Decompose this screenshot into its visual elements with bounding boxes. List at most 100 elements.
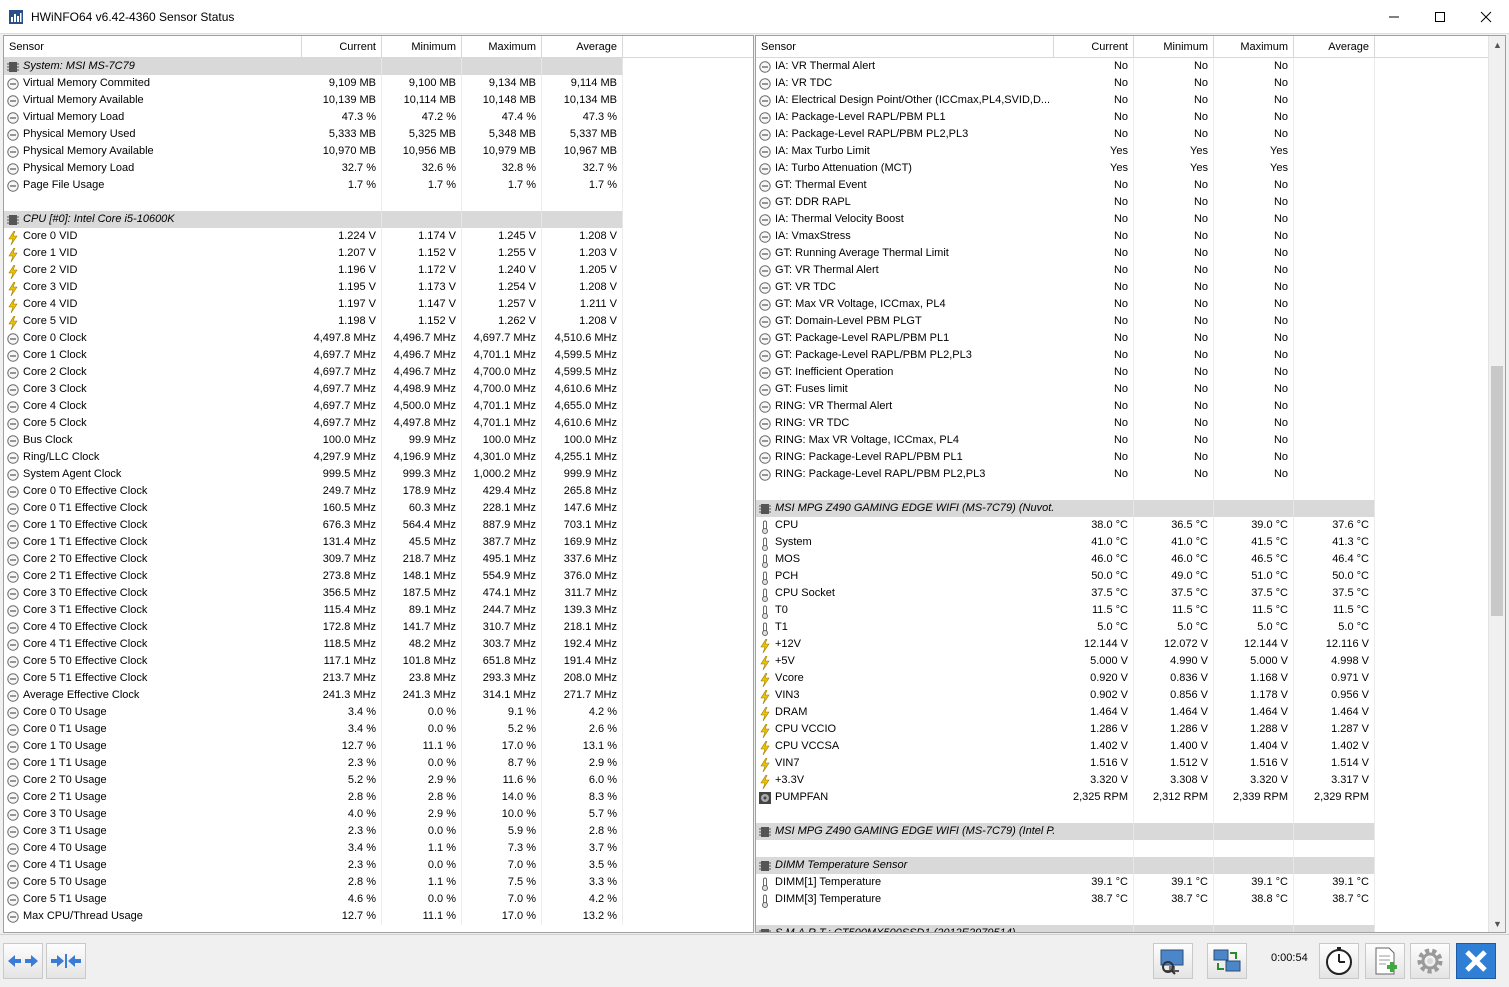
sensor-row[interactable]: Core 0 T0 Effective Clock 249.7 MHz 178.9 … [4,483,753,500]
sensor-row[interactable]: Core 2 T0 Usage 5.2 % 2.9 % 11.6 % 6.0 % [4,772,753,789]
sensor-row[interactable]: DRAM 1.464 V 1.464 V 1.464 V 1.464 V [756,704,1505,721]
sensor-row[interactable]: GT: Fuses limit No No No [756,381,1505,398]
scroll-up-icon[interactable]: ▲ [1489,36,1505,53]
sensor-group-header[interactable]: MSI MPG Z490 GAMING EDGE WIFI (MS-7C79) … [756,500,1505,517]
sensor-row[interactable]: Average Effective Clock 241.3 MHz 241.3 MH… [4,687,753,704]
sensor-row[interactable]: GT: DDR RAPL No No No [756,194,1505,211]
sensor-row[interactable]: Core 0 Clock 4,497.8 MHz 4,496.7 MHz 4,697.… [4,330,753,347]
column-header-maximum[interactable]: Maximum [462,36,542,58]
sensor-row[interactable]: T1 5.0 °C 5.0 °C 5.0 °C 5.0 °C [756,619,1505,636]
close-sensors-button[interactable] [1456,943,1496,979]
sensor-row[interactable]: Physical Memory Used 5,333 MB 5,325 MB 5,34… [4,126,753,143]
sensor-row[interactable]: Physical Memory Load 32.7 % 32.6 % 32.8 % 32… [4,160,753,177]
sensor-row[interactable]: Virtual Memory Load 47.3 % 47.2 % 47.4 % 47.… [4,109,753,126]
sensor-row[interactable]: RING: Package-Level RAPL/PBM PL2,PL3 No No… [756,466,1505,483]
sensor-row[interactable]: Core 1 T1 Usage 2.3 % 0.0 % 8.7 % 2.9 % [4,755,753,772]
sensor-row[interactable]: Core 0 VID 1.224 V 1.174 V 1.245 V 1.208 V [4,228,753,245]
column-header-current[interactable]: Current [1054,36,1134,58]
sensor-row[interactable]: GT: VR Thermal Alert No No No [756,262,1505,279]
sensor-row[interactable]: Vcore 0.920 V 0.836 V 1.168 V 0.971 V [756,670,1505,687]
sensor-row[interactable]: Ring/LLC Clock 4,297.9 MHz 4,196.9 MHz 4,30… [4,449,753,466]
sensor-group-header[interactable]: System: MSI MS-7C79 [4,58,753,75]
column-header-maximum[interactable]: Maximum [1214,36,1294,58]
sensor-row[interactable]: +3.3V 3.320 V 3.308 V 3.320 V 3.317 V [756,772,1505,789]
column-header-average[interactable]: Average [542,36,623,58]
column-header-sensor[interactable]: Sensor [4,36,302,58]
scroll-down-icon[interactable]: ▼ [1489,915,1505,932]
sensor-row[interactable]: CPU 38.0 °C 36.5 °C 39.0 °C 37.6 °C [756,517,1505,534]
sensor-row[interactable]: Virtual Memory Available 10,139 MB 10,114 … [4,92,753,109]
sensor-group-header[interactable]: MSI MPG Z490 GAMING EDGE WIFI (MS-7C79) … [756,823,1505,840]
sensor-row[interactable]: IA: VmaxStress No No No [756,228,1505,245]
sensor-row[interactable]: Core 3 VID 1.195 V 1.173 V 1.254 V 1.208 V [4,279,753,296]
sensor-row[interactable]: Core 4 VID 1.197 V 1.147 V 1.257 V 1.211 V [4,296,753,313]
sensor-row[interactable]: Core 2 T0 Effective Clock 309.7 MHz 218.7 … [4,551,753,568]
sensor-row[interactable]: Core 3 Clock 4,697.7 MHz 4,498.9 MHz 4,700.… [4,381,753,398]
sensor-row[interactable]: GT: Inefficient Operation No No No [756,364,1505,381]
sensor-row[interactable]: System Agent Clock 999.5 MHz 999.3 MHz 1,00… [4,466,753,483]
sensor-row[interactable]: GT: Thermal Event No No No [756,177,1505,194]
sensor-group-header[interactable]: DIMM Temperature Sensor [756,857,1505,874]
sensor-row[interactable]: +12V 12.144 V 12.072 V 12.144 V 12.116 V [756,636,1505,653]
sensor-row[interactable]: IA: VR Thermal Alert No No No [756,58,1505,75]
sensor-row[interactable]: CPU Socket 37.5 °C 37.5 °C 37.5 °C 37.5 °C [756,585,1505,602]
sensor-row[interactable]: Core 1 T0 Usage 12.7 % 11.1 % 17.0 % 13.1 % [4,738,753,755]
sensor-row[interactable]: Core 5 T0 Effective Clock 117.1 MHz 101.8 … [4,653,753,670]
sensor-row[interactable]: Core 5 T0 Usage 2.8 % 1.1 % 7.5 % 3.3 % [4,874,753,891]
sensor-row[interactable]: Core 1 VID 1.207 V 1.152 V 1.255 V 1.203 V [4,245,753,262]
column-header-current[interactable]: Current [302,36,382,58]
sensor-row[interactable]: Bus Clock 100.0 MHz 99.9 MHz 100.0 MHz 100.0… [4,432,753,449]
sensor-row[interactable]: CPU VCCSA 1.402 V 1.400 V 1.404 V 1.402 V [756,738,1505,755]
sensor-row[interactable]: GT: Domain-Level PBM PLGT No No No [756,313,1505,330]
sensor-row[interactable]: Core 2 T1 Usage 2.8 % 2.8 % 14.0 % 8.3 % [4,789,753,806]
add-log-button[interactable] [1365,943,1405,979]
sensor-row[interactable]: Physical Memory Available 10,970 MB 10,956… [4,143,753,160]
reset-timer-button[interactable] [1319,943,1359,979]
sensor-row[interactable]: Core 4 T0 Usage 3.4 % 1.1 % 7.3 % 3.7 % [4,840,753,857]
sensor-row[interactable]: GT: Max VR Voltage, ICCmax, PL4 No No No [756,296,1505,313]
sensor-row[interactable]: Core 1 Clock 4,697.7 MHz 4,496.7 MHz 4,701.… [4,347,753,364]
sensor-row[interactable]: Core 3 T0 Usage 4.0 % 2.9 % 10.0 % 5.7 % [4,806,753,823]
sensor-row[interactable]: Core 1 T1 Effective Clock 131.4 MHz 45.5 M… [4,534,753,551]
sensor-row[interactable]: VIN7 1.516 V 1.512 V 1.516 V 1.514 V [756,755,1505,772]
sensor-row[interactable]: System 41.0 °C 41.0 °C 41.5 °C 41.3 °C [756,534,1505,551]
sensor-row[interactable]: Core 2 T1 Effective Clock 273.8 MHz 148.1 … [4,568,753,585]
sensor-row[interactable]: Core 0 T1 Usage 3.4 % 0.0 % 5.2 % 2.6 % [4,721,753,738]
sensor-row[interactable]: DIMM[1] Temperature 39.1 °C 39.1 °C 39.1 °C… [756,874,1505,891]
sensor-row[interactable]: CPU VCCIO 1.286 V 1.286 V 1.288 V 1.287 V [756,721,1505,738]
sensor-row[interactable]: Core 5 VID 1.198 V 1.152 V 1.262 V 1.208 V [4,313,753,330]
network-button[interactable] [1207,943,1247,979]
sensor-row[interactable]: Max CPU/Thread Usage 12.7 % 11.1 % 17.0 % 13… [4,908,753,925]
sensor-group-header[interactable]: S.M.A.R.T.: CT500MX500SSD1 (2012E2979514… [756,925,1505,932]
sensor-row[interactable]: RING: VR TDC No No No [756,415,1505,432]
column-header-average[interactable]: Average [1294,36,1375,58]
monitor-button[interactable] [1153,943,1193,979]
sensor-row[interactable]: IA: Turbo Attenuation (MCT) Yes Yes Yes [756,160,1505,177]
sensor-row[interactable]: Core 5 Clock 4,697.7 MHz 4,497.8 MHz 4,701.… [4,415,753,432]
column-header-minimum[interactable]: Minimum [1134,36,1214,58]
sensor-row[interactable]: Core 1 T0 Effective Clock 676.3 MHz 564.4 … [4,517,753,534]
sensor-row[interactable]: Page File Usage 1.7 % 1.7 % 1.7 % 1.7 % [4,177,753,194]
sensor-row[interactable]: Virtual Memory Commited 9,109 MB 9,100 MB 9… [4,75,753,92]
sensor-row[interactable]: MOS 46.0 °C 46.0 °C 46.5 °C 46.4 °C [756,551,1505,568]
sensor-row[interactable]: Core 3 T0 Effective Clock 356.5 MHz 187.5 … [4,585,753,602]
sensor-row[interactable]: IA: Package-Level RAPL/PBM PL2,PL3 No No No [756,126,1505,143]
sensor-row[interactable]: Core 3 T1 Effective Clock 115.4 MHz 89.1 M… [4,602,753,619]
sensor-row[interactable]: Core 5 T1 Effective Clock 213.7 MHz 23.8 M… [4,670,753,687]
sensor-row[interactable]: RING: Max VR Voltage, ICCmax, PL4 No No No [756,432,1505,449]
sensor-row[interactable]: Core 2 Clock 4,697.7 MHz 4,496.7 MHz 4,700.… [4,364,753,381]
sensor-row[interactable]: IA: VR TDC No No No [756,75,1505,92]
sensor-row[interactable]: Core 0 T1 Effective Clock 160.5 MHz 60.3 M… [4,500,753,517]
sensor-row[interactable]: IA: Package-Level RAPL/PBM PL1 No No No [756,109,1505,126]
sensor-row[interactable]: Core 2 VID 1.196 V 1.172 V 1.240 V 1.205 V [4,262,753,279]
sensor-row[interactable]: GT: VR TDC No No No [756,279,1505,296]
sensor-row[interactable]: GT: Running Average Thermal Limit No No No [756,245,1505,262]
sensor-row[interactable]: Core 4 Clock 4,697.7 MHz 4,500.0 MHz 4,701.… [4,398,753,415]
minimize-button[interactable] [1371,0,1417,34]
sensor-row[interactable]: VIN3 0.902 V 0.856 V 1.178 V 0.956 V [756,687,1505,704]
sensor-row[interactable]: Core 5 T1 Usage 4.6 % 0.0 % 7.0 % 4.2 % [4,891,753,908]
column-header-minimum[interactable]: Minimum [382,36,462,58]
scroll-thumb[interactable] [1491,366,1503,616]
sensor-row[interactable]: IA: Thermal Velocity Boost No No No [756,211,1505,228]
column-header-sensor[interactable]: Sensor [756,36,1054,58]
